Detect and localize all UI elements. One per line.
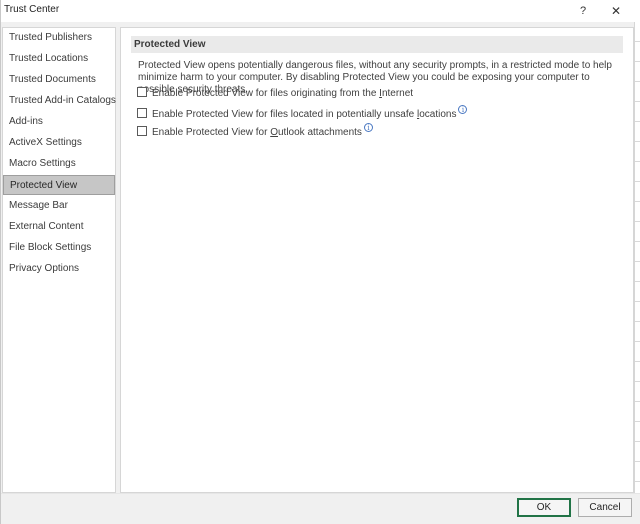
category-sidebar: Trusted Publishers Trusted Locations Tru… <box>2 27 116 493</box>
sidebar-item-trusted-add-in-catalogs[interactable]: Trusted Add-in Catalogs <box>3 91 116 111</box>
sidebar-item-trusted-publishers[interactable]: Trusted Publishers <box>3 28 115 48</box>
sidebar-item-protected-view[interactable]: Protected View <box>3 175 115 195</box>
sidebar-item-privacy-options[interactable]: Privacy Options <box>3 259 115 279</box>
outlook-attachments-checkbox[interactable] <box>137 126 147 136</box>
unsafe-locations-checkbox[interactable] <box>137 108 147 118</box>
footer-divider <box>1 493 640 494</box>
close-icon[interactable]: ✕ <box>606 2 626 20</box>
info-icon[interactable]: i <box>363 123 373 132</box>
dialog-title: Trust Center <box>4 4 60 15</box>
sidebar-item-trusted-locations[interactable]: Trusted Locations <box>3 49 115 69</box>
option-label: Enable Protected View for files originat… <box>152 88 414 99</box>
trust-center-dialog: Trust Center ? ✕ Trusted Publishers Trus… <box>0 0 640 524</box>
option-internet-files[interactable]: Enable Protected View for files originat… <box>137 87 413 101</box>
sidebar-item-add-ins[interactable]: Add-ins <box>3 112 115 132</box>
info-icon[interactable]: i <box>458 105 468 114</box>
title-bar: Trust Center ? ✕ <box>1 0 640 22</box>
option-label: Enable Protected View for Outlook attach… <box>152 127 362 138</box>
sidebar-item-message-bar[interactable]: Message Bar <box>3 196 115 216</box>
settings-panel: Protected View Protected View opens pote… <box>120 27 634 493</box>
help-icon[interactable]: ? <box>573 2 593 20</box>
internet-files-checkbox[interactable] <box>137 87 147 97</box>
option-label: Enable Protected View for files located … <box>152 109 457 120</box>
sidebar-item-macro-settings[interactable]: Macro Settings <box>3 154 115 174</box>
section-title: Protected View <box>131 36 623 53</box>
sidebar-item-activex-settings[interactable]: ActiveX Settings <box>3 133 115 153</box>
sidebar-item-external-content[interactable]: External Content <box>3 217 115 237</box>
option-outlook-attachments[interactable]: Enable Protected View for Outlook attach… <box>137 123 373 138</box>
background-spreadsheet-grid <box>634 22 640 494</box>
option-unsafe-locations[interactable]: Enable Protected View for files located … <box>137 105 468 120</box>
cancel-button[interactable]: Cancel <box>578 498 632 517</box>
ok-button[interactable]: OK <box>517 498 571 517</box>
sidebar-item-trusted-documents[interactable]: Trusted Documents <box>3 70 115 90</box>
sidebar-item-file-block-settings[interactable]: File Block Settings <box>3 238 115 258</box>
